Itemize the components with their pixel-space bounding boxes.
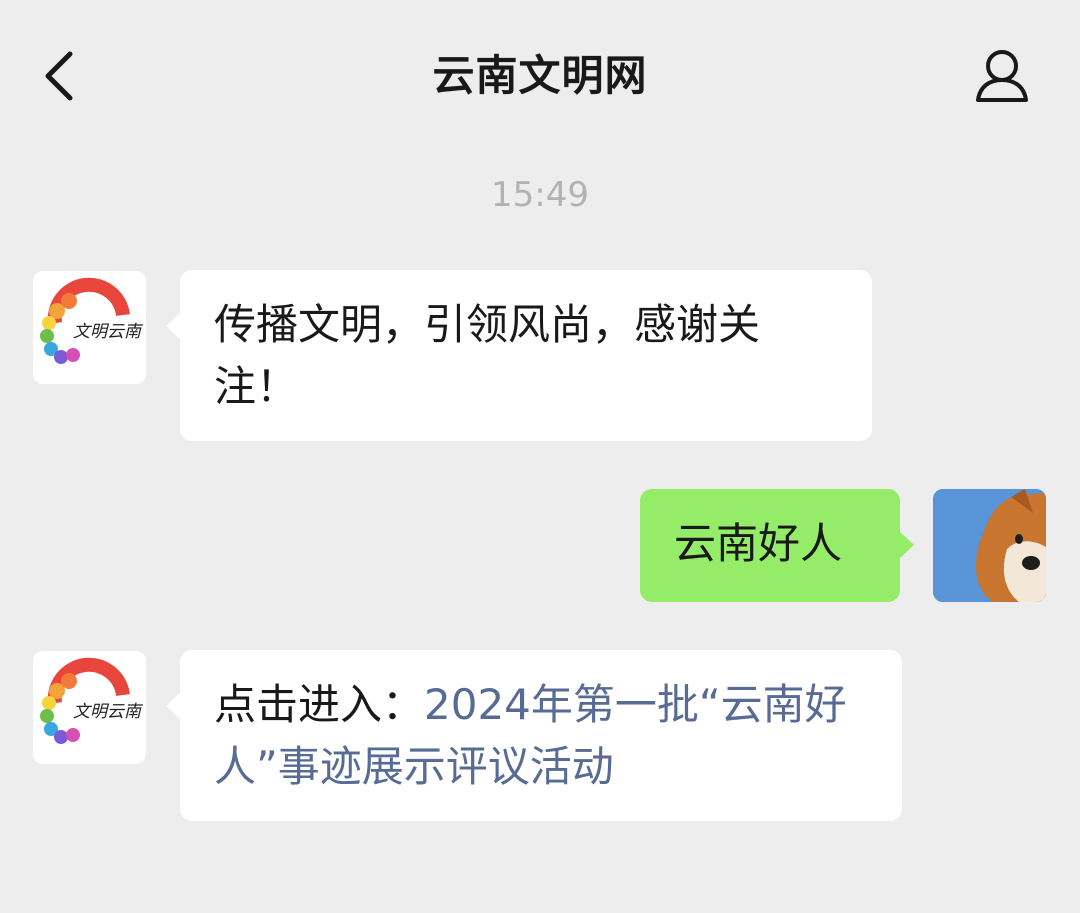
wenming-yunnan-logo: 文明云南 [40,277,144,364]
shiba-dog-photo [933,489,1046,602]
chat-title: 云南文明网 [432,51,648,100]
user-avatar[interactable] [933,489,1046,602]
incoming-message-bubble[interactable]: 传播文明，引领风尚，感谢关注！ [166,270,872,441]
message-prefix: 点击进入： [214,680,425,729]
person-icon [976,50,1028,102]
profile-button[interactable] [970,46,1034,106]
svg-text:文明云南: 文明云南 [73,702,144,722]
official-account-avatar[interactable]: 文明云南 [33,271,146,384]
official-account-avatar[interactable]: 文明云南 [33,651,146,764]
chat-screen: 云南文明网 15:49 文明云南 传播文明，引领风尚，感谢关注！ 云南好人 文明… [0,0,1080,913]
wenming-yunnan-logo: 文明云南 [40,657,144,744]
svg-text:文明云南: 文明云南 [73,322,144,342]
incoming-message-bubble: 点击进入：2024年第一批“云南好人”事迹展示评议活动 [166,650,902,821]
message-text: 传播文明，引领风尚，感谢关注！ [214,300,761,411]
outgoing-message-bubble[interactable]: 云南好人 [640,489,914,602]
message-timestamp: 15:49 [491,175,589,215]
message-text: 云南好人 [674,519,843,568]
